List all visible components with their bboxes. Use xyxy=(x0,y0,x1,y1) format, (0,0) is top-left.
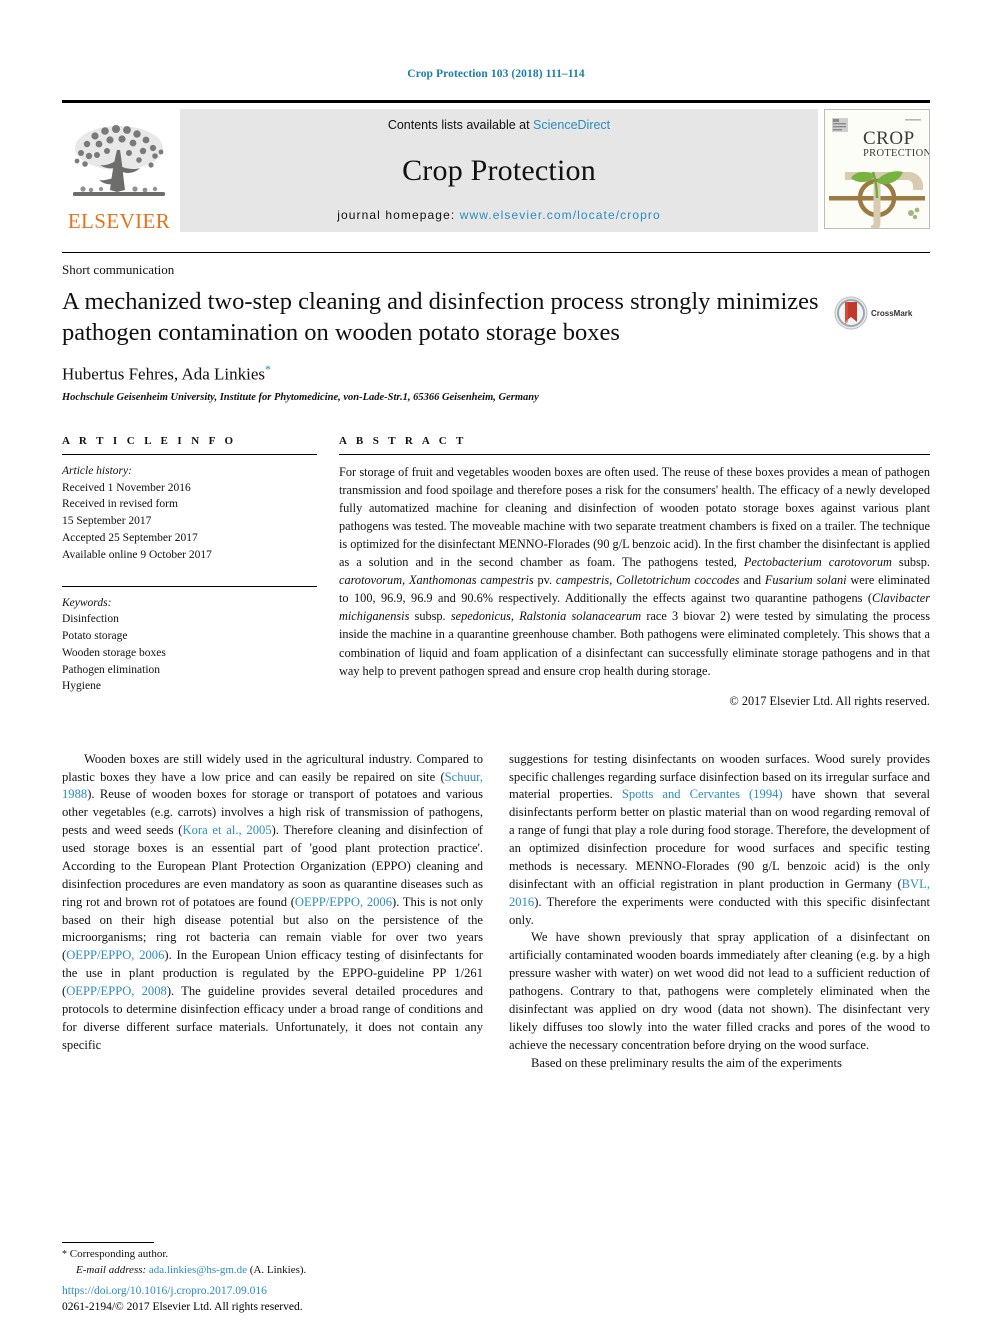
body-paragraph: Wooden boxes are still widely used in th… xyxy=(62,751,483,1055)
text-run: Wooden boxes are still widely used in th… xyxy=(62,751,483,784)
journal-homepage-line: journal homepage: www.elsevier.com/locat… xyxy=(180,208,818,222)
history-item: Available online 9 October 2017 xyxy=(62,548,212,561)
title-row: A mechanized two-step cleaning and disin… xyxy=(62,286,930,348)
crossmark-badge[interactable]: CrossMark xyxy=(834,286,930,330)
corresponding-author-footnote: * Corresponding author. E-mail address: … xyxy=(62,1242,492,1279)
abstract-column: A B S T R A C T For storage of fruit and… xyxy=(339,435,930,709)
email-owner: (A. Linkies). xyxy=(249,1264,307,1277)
keyword-item: Hygiene xyxy=(62,680,101,693)
abstract-taxon: campestris, Colletotrichum coccodes xyxy=(555,573,740,588)
article-history-label: Article history: xyxy=(62,464,132,477)
keyword-item: Pathogen elimination xyxy=(62,663,161,676)
elsevier-tree-icon xyxy=(73,125,165,196)
body-column-left: Wooden boxes are still widely used in th… xyxy=(62,751,483,1073)
abstract-heading: A B S T R A C T xyxy=(339,434,467,447)
abstract-taxon: carotovorum, Xanthomonas campestris xyxy=(339,573,534,588)
contents-prefix: Contents lists available at xyxy=(387,118,534,132)
running-head: Crop Protection 103 (2018) 111–114 xyxy=(407,68,585,80)
abstract-part: and xyxy=(739,573,765,588)
abstract-text: For storage of fruit and vegetables wood… xyxy=(339,463,930,680)
keywords-label: Keywords: xyxy=(62,596,112,609)
journal-homepage-link[interactable]: www.elsevier.com/locate/cropro xyxy=(460,208,661,222)
svg-text:PROTECTION: PROTECTION xyxy=(863,148,929,159)
journal-masthead: ELSEVIER Contents lists available at Sci… xyxy=(62,100,930,232)
citation-link[interactable]: Kora et al., 2005 xyxy=(182,823,271,837)
keywords-rule xyxy=(62,585,317,587)
citation-link[interactable]: OEPP/EPPO, 2006 xyxy=(295,895,392,909)
keywords-block: Keywords: Disinfection Potato storage Wo… xyxy=(62,595,317,696)
info-abstract-section: A R T I C L E I N F O Article history: R… xyxy=(62,435,930,709)
homepage-prefix: journal homepage: xyxy=(337,208,460,222)
article-info-heading: A R T I C L E I N F O xyxy=(62,434,237,447)
contents-available-line: Contents lists available at ScienceDirec… xyxy=(180,118,818,132)
footnote-line: * Corresponding author. xyxy=(62,1247,492,1263)
elsevier-wordmark: ELSEVIER xyxy=(67,209,171,233)
abstract-part: subsp. xyxy=(891,555,930,570)
affiliation: Hochschule Geisenheim University, Instit… xyxy=(62,391,539,403)
corresponding-author-marker[interactable]: * xyxy=(265,362,271,376)
issn-copyright-line: 0261-2194/© 2017 Elsevier Ltd. All right… xyxy=(62,1300,303,1313)
text-run: ). Therefore the experiments were conduc… xyxy=(509,894,930,927)
doi-link[interactable]: https://doi.org/10.1016/j.cropro.2017.09… xyxy=(62,1285,267,1297)
keyword-item: Potato storage xyxy=(62,630,128,643)
article-history-block: Article history: Received 1 November 201… xyxy=(62,463,317,564)
svg-text:CROP: CROP xyxy=(863,128,915,149)
article-type-label: Short communication xyxy=(62,252,930,278)
journal-band: Contents lists available at ScienceDirec… xyxy=(180,109,818,232)
abstract-part: subsp. xyxy=(409,609,451,624)
citation-link[interactable]: Spotts and Cervantes (1994) xyxy=(622,787,783,801)
footnote-email-line: E-mail address: ada.linkies@hs-gm.de (A.… xyxy=(62,1263,492,1279)
email-label: E-mail address: xyxy=(76,1264,147,1277)
paper-page: Crop Protection 103 (2018) 111–114 ELSEV… xyxy=(0,0,992,1323)
body-column-right: suggestions for testing disinfectants on… xyxy=(509,751,930,1073)
footnote-rule xyxy=(62,1242,154,1244)
abstract-rule xyxy=(339,453,930,455)
article-info-column: A R T I C L E I N F O Article history: R… xyxy=(62,435,317,709)
abstract-part: pv. xyxy=(533,573,556,588)
abstract-copyright: © 2017 Elsevier Ltd. All rights reserved… xyxy=(729,693,930,708)
author-names: Hubertus Fehres, Ada Linkies xyxy=(62,364,266,384)
crossmark-label: CrossMark xyxy=(871,308,913,318)
corresponding-author-text: Corresponding author. xyxy=(69,1248,169,1261)
abstract-taxon: Fusarium solani xyxy=(764,573,847,588)
body-columns: Wooden boxes are still widely used in th… xyxy=(62,751,930,1073)
history-item: Received in revised form xyxy=(62,498,178,511)
keyword-item: Wooden storage boxes xyxy=(62,646,166,659)
history-item: Received 1 November 2016 xyxy=(62,481,191,494)
abstract-taxon: sepedonicus, Ralstonia solanacearum xyxy=(450,609,642,624)
crossmark-icon xyxy=(834,296,868,330)
masthead-top-rule xyxy=(62,100,930,103)
text-run: have shown that several disinfectants pe… xyxy=(509,787,930,891)
body-paragraph: Based on these preliminary results the a… xyxy=(531,1055,842,1070)
abstract-taxon: Pectobacterium carotovorum xyxy=(743,555,892,570)
history-item: 15 September 2017 xyxy=(62,515,152,528)
sciencedirect-link[interactable]: ScienceDirect xyxy=(533,118,610,132)
citation-link[interactable]: OEPP/EPPO, 2006 xyxy=(66,948,164,962)
article-info-rule xyxy=(62,453,317,455)
abstract-part: For storage of fruit and vegetables wood… xyxy=(339,464,930,570)
cover-art: CROP PROTECTION xyxy=(825,110,929,228)
journal-title: Crop Protection xyxy=(402,154,596,187)
journal-cover-thumbnail: CROP PROTECTION xyxy=(824,109,930,229)
keyword-item: Disinfection xyxy=(62,613,119,626)
page-title: A mechanized two-step cleaning and disin… xyxy=(62,288,819,347)
footnote-star: * xyxy=(62,1249,67,1261)
elsevier-logo: ELSEVIER xyxy=(62,100,176,232)
email-link[interactable]: ada.linkies@hs-gm.de xyxy=(149,1264,247,1276)
author-list: Hubertus Fehres, Ada Linkies* xyxy=(62,362,930,385)
doi-footer: https://doi.org/10.1016/j.cropro.2017.09… xyxy=(62,1283,303,1315)
body-paragraph: We have shown previously that spray appl… xyxy=(509,930,930,1052)
body-paragraph: suggestions for testing disinfectants on… xyxy=(509,751,930,930)
citation-link[interactable]: OEPP/EPPO, 2008 xyxy=(66,984,167,998)
history-item: Accepted 25 September 2017 xyxy=(62,532,198,544)
